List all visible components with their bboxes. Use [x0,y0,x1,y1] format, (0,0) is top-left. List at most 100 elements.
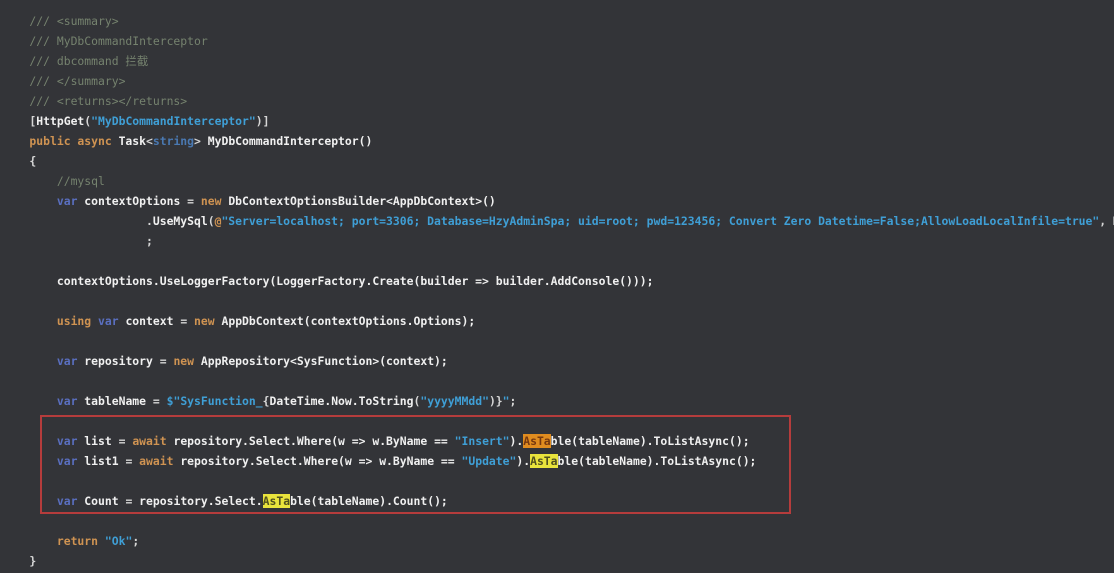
code-lines: /// <summary>/// MyDbCommandInterceptor/… [2,11,1114,571]
code-token: new [201,194,228,208]
code-token: ble(tableName).Count(); [290,494,448,508]
code-token: )] [256,114,270,128]
code-line[interactable] [2,411,1114,431]
code-line[interactable]: contextOptions.UseLoggerFactory(LoggerFa… [2,271,1114,291]
code-token: new [194,314,221,328]
code-token: return [57,534,105,548]
code-token: repository.Select. [139,494,262,508]
code-token: . [146,214,153,228]
code-token: Task [119,134,146,148]
code-line[interactable] [2,291,1114,311]
code-line[interactable]: return "Ok"; [2,531,1114,551]
code-token: MyDbCommandInterceptor() [208,134,373,148]
code-token: = [119,494,140,508]
code-token: repository.Select.Where(w => w.ByName == [173,434,454,448]
code-token: HttpGet [36,114,84,128]
code-token: $"SysFunction_ [167,394,263,408]
code-token: repository [84,354,153,368]
code-line[interactable]: /// <returns></returns> [2,91,1114,111]
code-line[interactable]: var repository = new AppRepository<SysFu… [2,351,1114,371]
code-line[interactable]: using var context = new AppDbContext(con… [2,311,1114,331]
code-token: list1 [84,454,118,468]
code-token: var [57,194,84,208]
code-line[interactable]: var list1 = await repository.Select.Wher… [2,451,1114,471]
code-line[interactable]: /// </summary> [2,71,1114,91]
code-token: "Ok" [105,534,132,548]
code-token: " [503,394,510,408]
code-token: , [1099,214,1113,228]
code-token: var [57,494,84,508]
code-token: var [57,434,84,448]
code-token: ). [510,434,524,448]
code-line[interactable]: /// <summary> [2,11,1114,31]
code-line[interactable] [2,331,1114,351]
code-token: var [98,314,125,328]
code-token: )} [489,394,503,408]
code-editor[interactable]: /// <summary>/// MyDbCommandInterceptor/… [0,0,1114,573]
code-line[interactable]: var contextOptions = new DbContextOption… [2,191,1114,211]
code-token: UseMySql [153,214,208,228]
code-token: tableName [84,394,146,408]
code-token: ; [132,534,139,548]
code-token: Count [84,494,118,508]
code-line[interactable]: } [2,551,1114,571]
code-token: = [180,194,201,208]
code-token: var [57,354,84,368]
code-token: await [139,454,180,468]
code-token: > [194,134,208,148]
code-line[interactable]: /// dbcommand 拦截 [2,51,1114,71]
code-token: /// </summary> [29,74,125,88]
code-line[interactable]: var Count = repository.Select.AsTable(ta… [2,491,1114,511]
code-line[interactable]: ; [2,231,1114,251]
code-token: DateTime.Now.ToString [269,394,413,408]
code-token: new [173,354,200,368]
code-token: var [57,454,84,468]
code-token: { [29,154,36,168]
code-line[interactable]: var tableName = $"SysFunction_{DateTime.… [2,391,1114,411]
code-token: using [57,314,98,328]
code-token: ; [146,234,153,248]
code-token: = [173,314,194,328]
find-match-highlight: AsTa [263,494,290,508]
code-line[interactable] [2,251,1114,271]
code-line[interactable]: //mysql [2,171,1114,191]
code-line[interactable]: public async Task<string> MyDbCommandInt… [2,131,1114,151]
code-token: = [146,394,167,408]
code-token: = [112,434,133,448]
code-token: //mysql [57,174,105,188]
code-token: repository.Select.Where(w => w.ByName == [180,454,461,468]
code-token: AppRepository<SysFunction>(context); [201,354,448,368]
code-token: = [153,354,174,368]
code-line[interactable] [2,511,1114,531]
find-match-highlight: AsTa [530,454,557,468]
code-token: ble(tableName).ToListAsync(); [558,454,757,468]
code-token: var [57,394,84,408]
code-line[interactable]: [HttpGet("MyDbCommandInterceptor")] [2,111,1114,131]
code-line[interactable]: var list = await repository.Select.Where… [2,431,1114,451]
code-token: string [153,134,194,148]
code-token: context [125,314,173,328]
code-token: contextOptions [84,194,180,208]
find-match-highlight: AsTa [523,434,550,448]
code-token: ( [208,214,215,228]
code-token: = [119,454,140,468]
code-token: "yyyyMMdd" [420,394,489,408]
code-line[interactable]: { [2,151,1114,171]
code-token: await [132,434,173,448]
code-token: /// <returns></returns> [29,94,187,108]
code-token: "Update" [462,454,517,468]
code-token: ; [510,394,517,408]
code-line[interactable]: /// MyDbCommandInterceptor [2,31,1114,51]
code-token: ble(tableName).ToListAsync(); [551,434,750,448]
code-token: ). [516,454,530,468]
code-line[interactable]: .UseMySql(@"Server=localhost; port=3306;… [2,211,1114,231]
code-token: public async [29,134,118,148]
code-token: "MyDbCommandInterceptor" [91,114,256,128]
code-token: /// <summary> [29,14,118,28]
code-token: } [29,554,36,568]
code-token: < [146,134,153,148]
code-token: AppDbContext(contextOptions.Options); [221,314,475,328]
code-token: DbContextOptionsBuilder<AppDbContext>() [228,194,495,208]
code-line[interactable] [2,471,1114,491]
code-line[interactable] [2,371,1114,391]
